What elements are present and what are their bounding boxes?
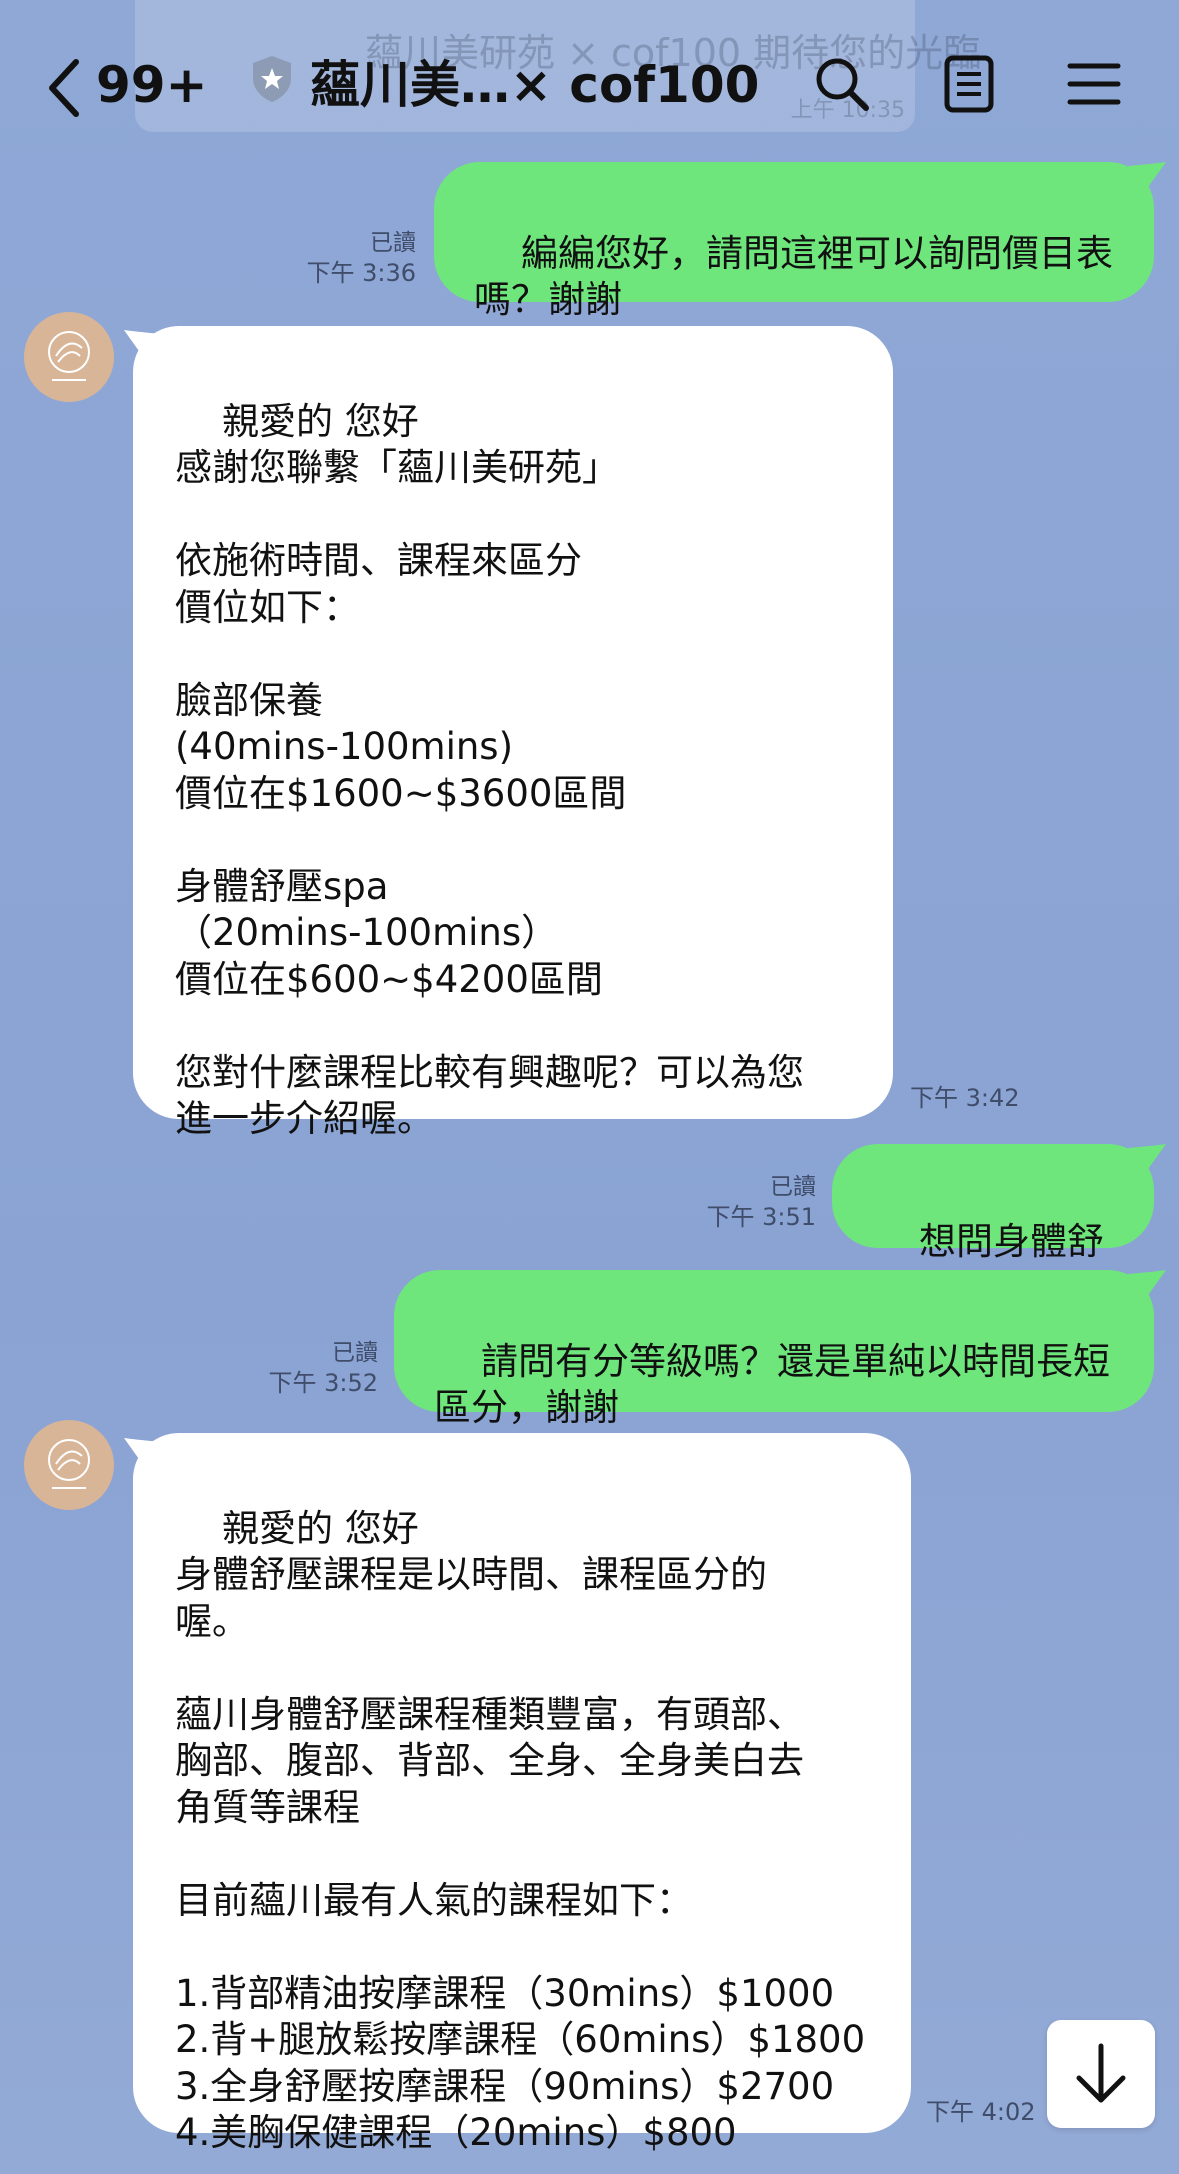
arrow-down-icon — [1076, 2043, 1126, 2103]
outgoing-message[interactable]: 請問有分等級嗎？還是單純以時間長短 區分，謝謝 — [394, 1270, 1154, 1429]
message-time: 下午 4:02 — [926, 2098, 1036, 2126]
incoming-message[interactable]: 親愛的 您好 身體舒壓課程是以時間、課程區分的 喔。 蘊川身體舒壓課程種類豐富，… — [133, 1433, 911, 2154]
incoming-message[interactable]: 親愛的 您好 感謝您聯繫「蘊川美研苑」 依施術時間、課程來區分 價位如下： 臉部… — [133, 326, 893, 1140]
avatar[interactable] — [24, 1420, 114, 1510]
read-label: 已讀 — [770, 1174, 816, 1200]
outgoing-message[interactable]: 想問身體舒壓 — [832, 1144, 1154, 1309]
unread-count[interactable]: 99+ — [96, 50, 207, 120]
message-text: 親愛的 您好 身體舒壓課程是以時間、課程區分的 喔。 蘊川身體舒壓課程種類豐富，… — [175, 1506, 866, 2155]
search-icon[interactable] — [810, 52, 874, 116]
chat-screen: 蘊川美研苑 × cof100 期待您的光臨 上午 10:35 99+ 蘊川美…×… — [0, 0, 1179, 2174]
bubble-tail — [1128, 162, 1166, 190]
read-status: 已讀 下午 3:52 — [210, 1338, 378, 1398]
message-text: 請問有分等級嗎？還是單純以時間長短 區分，謝謝 — [434, 1339, 1111, 1430]
chevron-left-icon[interactable] — [44, 58, 84, 118]
shop-logo-icon — [48, 1439, 90, 1489]
message-time: 下午 3:36 — [306, 259, 416, 287]
read-status: 已讀 下午 3:36 — [250, 228, 416, 288]
read-label: 已讀 — [370, 230, 416, 256]
avatar[interactable] — [24, 312, 114, 402]
shop-logo-icon — [48, 331, 90, 381]
hamburger-menu-icon[interactable] — [1062, 52, 1126, 116]
scroll-to-bottom-button[interactable] — [1047, 2020, 1155, 2128]
bubble-tail — [1128, 1144, 1166, 1172]
chat-title[interactable]: 蘊川美…× cof100 — [310, 50, 759, 120]
message-time: 下午 3:42 — [910, 1084, 1020, 1112]
bubble-tail — [1128, 1270, 1166, 1298]
message-text: 編編您好，請問這裡可以詢問價目表 嗎？謝謝 — [474, 231, 1114, 322]
message-time: 下午 3:51 — [706, 1203, 816, 1231]
read-status: 已讀 下午 3:51 — [640, 1172, 816, 1232]
message-text: 親愛的 您好 感謝您聯繫「蘊川美研苑」 依施術時間、課程來區分 價位如下： 臉部… — [175, 399, 804, 1141]
notes-icon[interactable] — [937, 52, 1001, 116]
shield-icon — [253, 56, 291, 102]
outgoing-message[interactable]: 編編您好，請問這裡可以詢問價目表 嗎？謝謝 — [434, 162, 1154, 321]
message-time: 下午 3:52 — [268, 1369, 378, 1397]
read-label: 已讀 — [332, 1340, 378, 1366]
chat-header: 99+ 蘊川美…× cof100 — [0, 30, 1179, 130]
